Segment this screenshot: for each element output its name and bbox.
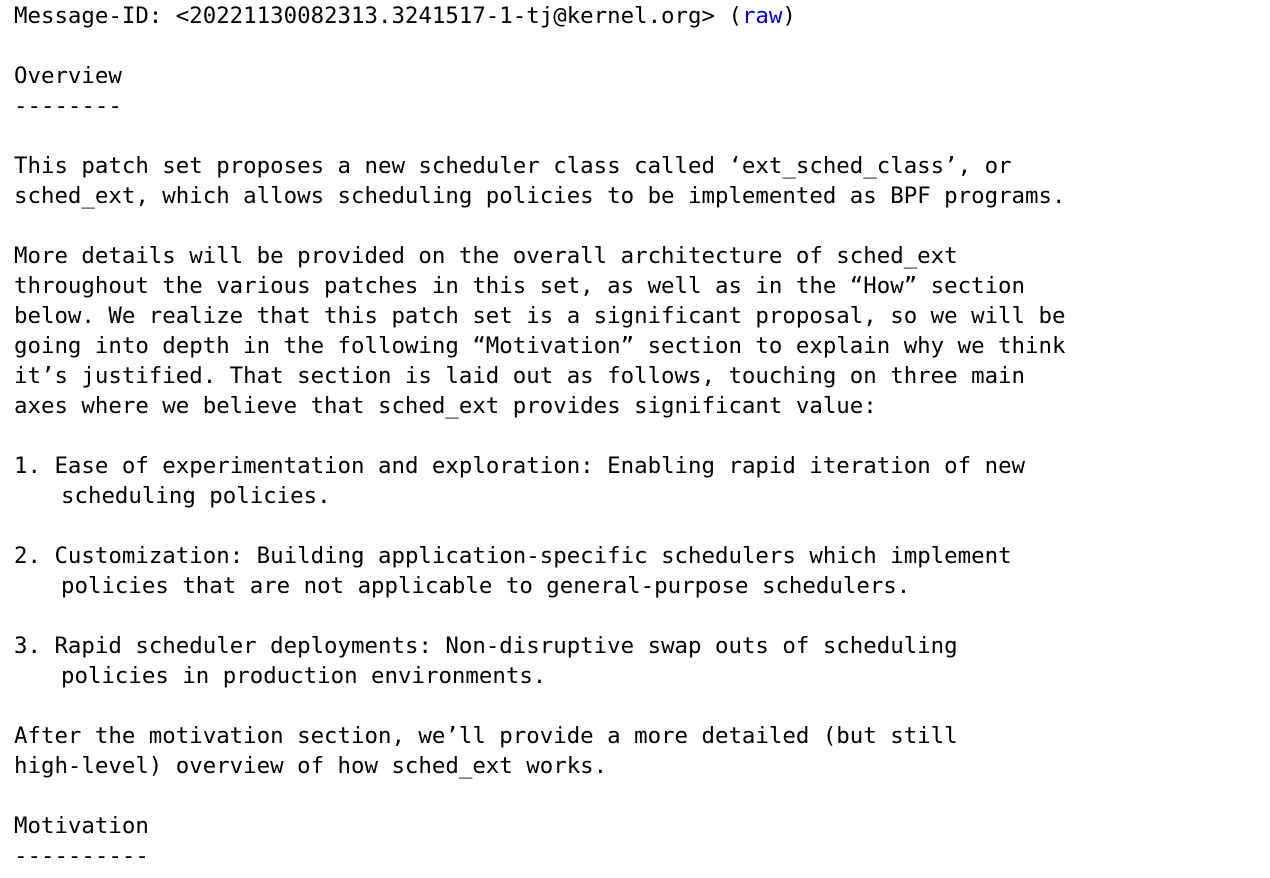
email-body: Message-ID: <20221130082313.3241517-1-tj… bbox=[0, 0, 1270, 871]
list-item-1: 1. Ease of experimentation and explorati… bbox=[14, 451, 1270, 481]
paragraph-line: After the motivation section, we’ll prov… bbox=[14, 723, 958, 749]
paragraph-line: going into depth in the following “Motiv… bbox=[14, 333, 1066, 359]
paragraph-line: high-level) overview of how sched_ext wo… bbox=[14, 753, 608, 779]
message-id-line: Message-ID: <20221130082313.3241517-1-tj… bbox=[14, 1, 1270, 31]
paragraph-line: More details will be provided on the ove… bbox=[14, 243, 958, 269]
list-item-continuation: policies in production environments. bbox=[61, 663, 547, 689]
overview-underline: -------- bbox=[14, 93, 122, 119]
message-id-suffix: ) bbox=[782, 3, 796, 29]
paragraph-line: below. We realize that this patch set is… bbox=[14, 303, 1066, 329]
list-marker: 3. bbox=[14, 633, 55, 659]
list-item-3: 3. Rapid scheduler deployments: Non-disr… bbox=[14, 631, 1270, 661]
list-item-continuation: scheduling policies. bbox=[61, 483, 331, 509]
paragraph-line: throughout the various patches in this s… bbox=[14, 273, 1026, 299]
list-marker: 1. bbox=[14, 453, 55, 479]
raw-link[interactable]: raw bbox=[742, 3, 782, 29]
paragraph-line: sched_ext, which allows scheduling polic… bbox=[14, 183, 1066, 209]
list-item-2: 2. Customization: Building application-s… bbox=[14, 541, 1270, 571]
list-marker: 2. bbox=[14, 543, 55, 569]
paragraph-line: This patch set proposes a new scheduler … bbox=[14, 153, 1012, 179]
message-id-text: Message-ID: <20221130082313.3241517-1-tj… bbox=[14, 3, 742, 29]
list-item-text: Ease of experimentation and exploration:… bbox=[54, 453, 1026, 479]
paragraph-line: it’s justified. That section is laid out… bbox=[14, 363, 1026, 389]
overview-heading: Overview bbox=[14, 63, 122, 89]
motivation-heading: Motivation bbox=[14, 813, 149, 839]
list-item-text: Rapid scheduler deployments: Non-disrupt… bbox=[54, 633, 958, 659]
list-item-text: Customization: Building application-spec… bbox=[54, 543, 1012, 569]
motivation-underline: ---------- bbox=[14, 843, 149, 869]
paragraph-line: axes where we believe that sched_ext pro… bbox=[14, 393, 877, 419]
list-item-continuation: policies that are not applicable to gene… bbox=[61, 573, 911, 599]
